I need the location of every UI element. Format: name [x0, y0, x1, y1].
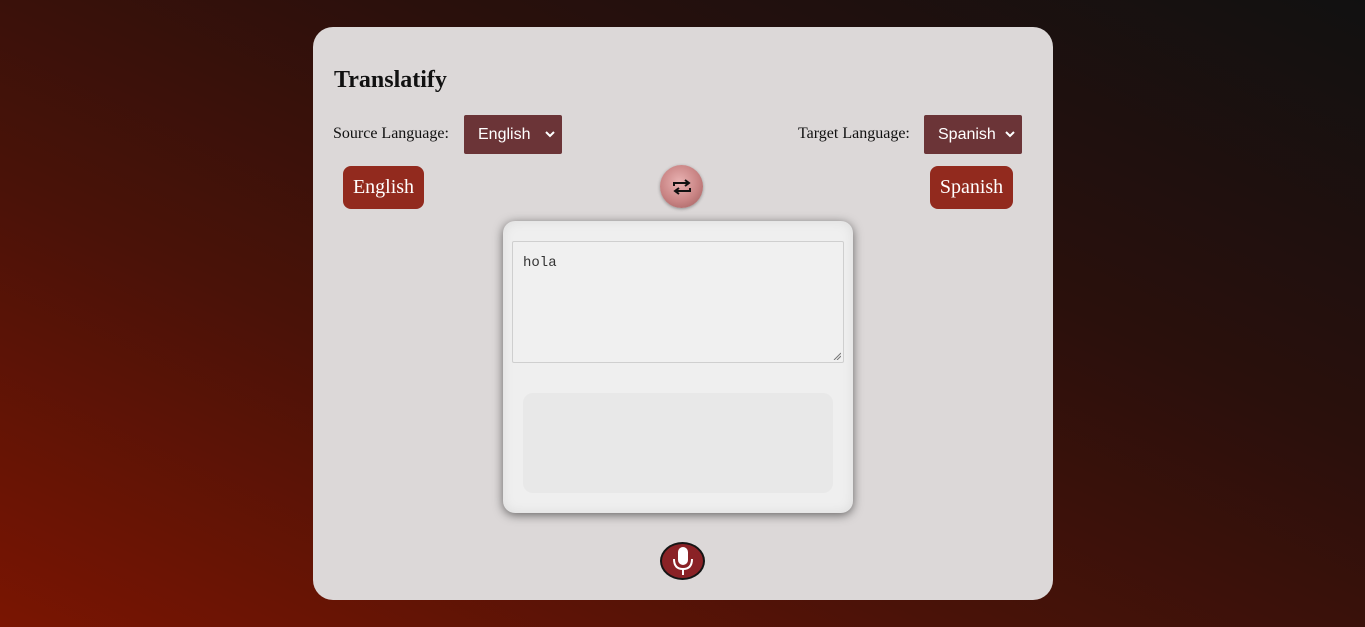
swap-languages-button[interactable] [660, 165, 703, 208]
chevron-down-icon [1005, 131, 1015, 138]
translation-panel: hola [503, 221, 853, 513]
translated-text-output [523, 393, 833, 493]
translator-card: Translatify Source Language: English Tar… [313, 27, 1053, 600]
microphone-button[interactable] [660, 542, 705, 580]
source-language-selected: English [478, 125, 531, 143]
target-language-selected: Spanish [938, 125, 996, 143]
source-text-input[interactable]: hola [512, 241, 844, 363]
target-language-button[interactable]: Spanish [930, 166, 1013, 209]
resize-grip-icon[interactable] [833, 352, 841, 360]
target-language-label: Target Language: [798, 125, 910, 142]
app-title: Translatify [334, 67, 447, 93]
microphone-icon [672, 547, 693, 575]
source-language-label: Source Language: [333, 125, 449, 142]
source-language-button[interactable]: English [343, 166, 424, 209]
source-language-select[interactable]: English [464, 115, 562, 154]
source-text-value: hola [523, 255, 557, 271]
chevron-down-icon [545, 131, 555, 138]
target-language-select[interactable]: Spanish [924, 115, 1022, 154]
swap-arrows-icon [672, 178, 691, 195]
